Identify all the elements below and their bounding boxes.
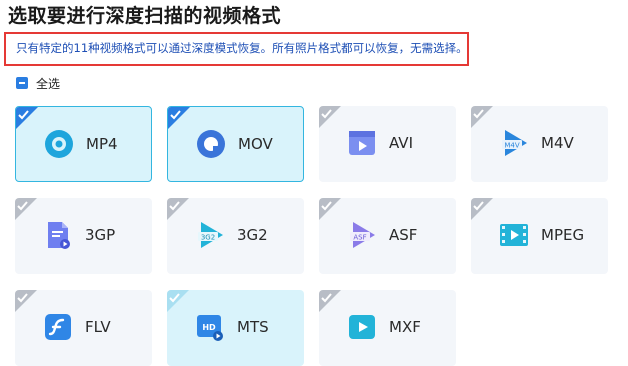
format-label: AVI bbox=[389, 134, 413, 152]
format-label: FLV bbox=[85, 318, 111, 336]
format-card-mov[interactable]: MOV bbox=[167, 106, 304, 182]
notice-text: 只有特定的11种视频格式可以通过深度模式恢复。所有照片格式都可以恢复，无需选择。 bbox=[16, 41, 468, 55]
svg-text:HD: HD bbox=[202, 323, 216, 332]
page-title: 选取要进行深度扫描的视频格式 bbox=[8, 5, 282, 27]
avi-icon bbox=[349, 131, 375, 155]
format-label: MOV bbox=[238, 135, 273, 153]
format-card-mts[interactable]: HD MTS bbox=[167, 290, 304, 366]
format-label: MPEG bbox=[541, 226, 585, 244]
checkmark-corner-icon bbox=[167, 198, 189, 220]
mov-icon bbox=[197, 130, 225, 158]
format-card-m4v[interactable]: M4V M4V bbox=[471, 106, 608, 182]
checkmark-corner-icon bbox=[319, 290, 341, 312]
svg-text:M4V: M4V bbox=[504, 141, 519, 149]
format-label: MP4 bbox=[86, 135, 118, 153]
checkmark-corner-icon bbox=[319, 106, 341, 128]
format-card-avi[interactable]: AVI bbox=[319, 106, 456, 182]
checkmark-corner-icon bbox=[16, 107, 38, 129]
mxf-icon bbox=[349, 315, 375, 339]
format-card-mp4[interactable]: MP4 bbox=[15, 106, 152, 182]
3g2-icon: 3G2 bbox=[198, 222, 223, 248]
format-label: ASF bbox=[389, 226, 418, 244]
format-card-asf[interactable]: ASF ASF bbox=[319, 198, 456, 274]
checkmark-corner-icon bbox=[168, 107, 190, 129]
checkmark-corner-icon bbox=[15, 290, 37, 312]
mp4-icon bbox=[45, 130, 73, 158]
checkmark-corner-icon bbox=[15, 198, 37, 220]
format-card-mxf[interactable]: MXF bbox=[319, 290, 456, 366]
notice-box: 只有特定的11种视频格式可以通过深度模式恢复。所有照片格式都可以恢复，无需选择。 bbox=[4, 32, 469, 66]
asf-icon: ASF bbox=[350, 222, 375, 248]
svg-text:3G2: 3G2 bbox=[201, 233, 215, 241]
format-card-3g2[interactable]: 3G2 3G2 bbox=[167, 198, 304, 274]
mts-icon: HD bbox=[197, 315, 223, 341]
flv-icon bbox=[45, 314, 71, 340]
m4v-icon: M4V bbox=[502, 130, 527, 156]
3gp-icon bbox=[48, 222, 70, 249]
format-card-3gp[interactable]: 3GP bbox=[15, 198, 152, 274]
format-label: M4V bbox=[541, 134, 574, 152]
checkmark-corner-icon bbox=[471, 198, 493, 220]
checkmark-corner-icon bbox=[167, 290, 189, 312]
checkbox-indeterminate-icon[interactable] bbox=[16, 77, 28, 89]
select-all-label: 全选 bbox=[36, 76, 61, 91]
svg-text:ASF: ASF bbox=[353, 233, 366, 241]
format-label: MTS bbox=[237, 318, 269, 336]
checkmark-corner-icon bbox=[319, 198, 341, 220]
format-label: 3GP bbox=[85, 226, 116, 244]
format-card-flv[interactable]: FLV bbox=[15, 290, 152, 366]
mpeg-icon bbox=[500, 224, 528, 246]
format-label: MXF bbox=[389, 318, 421, 336]
checkmark-corner-icon bbox=[471, 106, 493, 128]
select-all-checkbox[interactable]: 全选 bbox=[16, 74, 60, 92]
format-card-mpeg[interactable]: MPEG bbox=[471, 198, 608, 274]
format-label: 3G2 bbox=[237, 226, 268, 244]
